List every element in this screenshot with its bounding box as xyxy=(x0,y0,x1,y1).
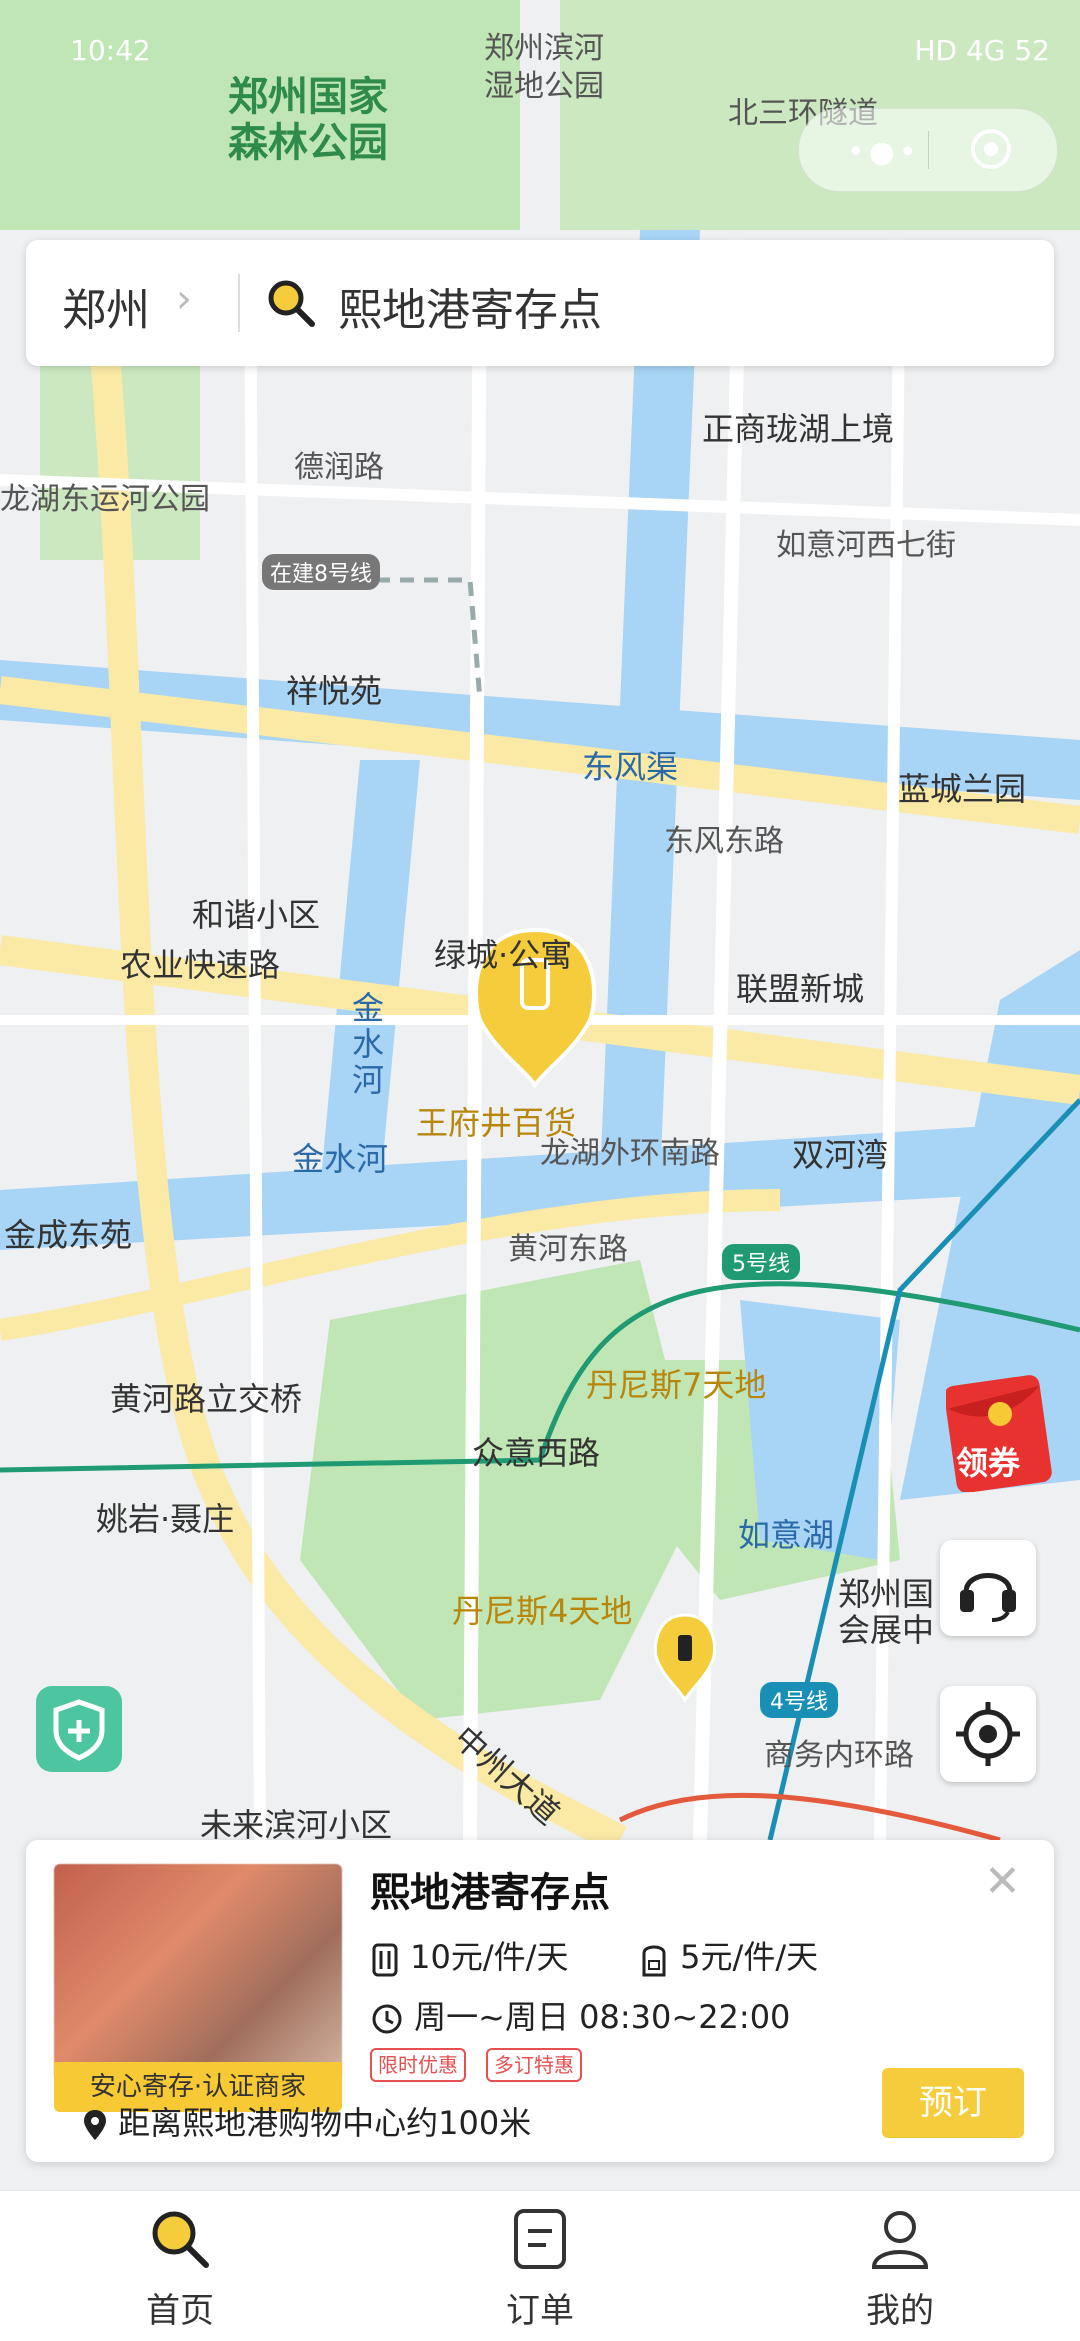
price-small-text: 5元/件/天 xyxy=(680,1938,819,1976)
suitcase-icon xyxy=(372,1943,398,1977)
map-label-yaoyan: 姚岩·聂庄 xyxy=(96,1500,235,1538)
map-label-agri-road: 农业快速路 xyxy=(120,946,281,984)
coupon-button[interactable]: 领券 xyxy=(944,1372,1054,1493)
miniprogram-capsule: •●• xyxy=(798,108,1058,192)
map-label-line4: 4号线 xyxy=(760,1682,838,1718)
store-name: 熙地港寄存点 xyxy=(370,1870,610,1916)
map-label-jinshui-river: 金 水 河 xyxy=(352,989,385,1099)
store-photo xyxy=(54,1864,342,2076)
map-label-zhengshang: 正商珑湖上境 xyxy=(702,410,895,448)
tab-home-label: 首页 xyxy=(146,2291,214,2331)
map-label-shuanghe: 双河湾 xyxy=(792,1136,889,1174)
map-label-lianmeng: 联盟新城 xyxy=(736,970,865,1008)
map-label-lvcheng: 绿城·公寓 xyxy=(434,936,573,974)
map-label-line5: 5号线 xyxy=(722,1244,800,1280)
map-label-jinshui-r2: 金水河 xyxy=(292,1140,389,1178)
locate-me-button[interactable] xyxy=(940,1686,1036,1782)
opening-hours-text: 周一~周日 08:30~22:00 xyxy=(414,1998,791,2036)
price-large-luggage: 10元/件/天 xyxy=(370,1932,568,1979)
tab-orders[interactable]: 订单 xyxy=(440,2191,640,2341)
map-label-ruyi-lake: 如意湖 xyxy=(738,1516,835,1554)
city-selector[interactable]: 郑州 xyxy=(62,274,150,338)
search-icon xyxy=(152,2211,209,2268)
map-label-longhu-park: 龙湖东运河公园 xyxy=(0,482,210,517)
book-button[interactable]: 预订 xyxy=(882,2068,1024,2138)
map-label-lancheng: 蓝城兰园 xyxy=(898,770,1027,808)
tab-profile-label: 我的 xyxy=(866,2291,934,2331)
map-label-dongfeng-e: 东风东路 xyxy=(664,824,784,859)
clock-icon xyxy=(372,2004,402,2034)
locate-icon xyxy=(956,1702,1020,1766)
tab-home[interactable]: 首页 xyxy=(80,2191,280,2341)
tab-profile[interactable]: 我的 xyxy=(800,2191,1000,2341)
safety-button[interactable] xyxy=(36,1686,122,1772)
bottom-tab-bar: 首页 订单 我的 xyxy=(0,2190,1080,2341)
map-label-dennis4: 丹尼斯4天地 xyxy=(452,1592,633,1630)
map-label-business-ring: 商务内环路 xyxy=(764,1738,914,1773)
map-label-jincheng: 金成东苑 xyxy=(4,1216,133,1254)
map-label-dennis7: 丹尼斯7天地 xyxy=(586,1366,767,1404)
map-label-hexie: 和谐小区 xyxy=(192,896,321,934)
close-card-icon[interactable]: ✕ xyxy=(984,1856,1021,1907)
headset-icon xyxy=(960,1573,1016,1622)
map-label-huanghe-e: 黄河东路 xyxy=(508,1232,628,1267)
promo-tag-multi: 多订特惠 xyxy=(486,2048,582,2082)
map-label-ruyi7: 如意河西七街 xyxy=(776,528,956,563)
customer-service-button[interactable] xyxy=(940,1540,1036,1636)
search-icon xyxy=(268,280,315,327)
close-miniprogram-icon[interactable] xyxy=(969,127,1013,171)
map-label-derun: 德润路 xyxy=(294,450,384,485)
backpack-icon xyxy=(642,1945,666,1977)
map-label-expo: 郑州国 会展中 xyxy=(838,1575,935,1649)
price-large-text: 10元/件/天 xyxy=(410,1938,569,1976)
coupon-label: 领券 xyxy=(956,1444,1021,1482)
chevron-right-icon: › xyxy=(176,276,192,322)
map-label-zhongyi: 众意西路 xyxy=(472,1434,601,1472)
more-icon[interactable]: •●• xyxy=(847,135,921,170)
opening-hours: 周一~周日 08:30~22:00 xyxy=(370,1992,790,2038)
distance-info: 距离熙地港购物中心约100米 xyxy=(82,2098,531,2144)
map-label-line8: 在建8号线 xyxy=(262,554,380,590)
status-time: 10:42 xyxy=(70,34,151,67)
price-small-luggage: 5元/件/天 xyxy=(638,1932,818,1979)
tab-orders-label: 订单 xyxy=(506,2291,574,2331)
order-list-icon xyxy=(514,2209,566,2269)
promo-tag-limited: 限时优惠 xyxy=(370,2048,466,2082)
map-label-longhu-ring: 龙湖外环南路 xyxy=(540,1136,720,1171)
map-label-forest-park: 郑州国家 森林公园 xyxy=(228,74,388,166)
distance-text: 距离熙地港购物中心约100米 xyxy=(118,2104,532,2142)
location-pin-icon xyxy=(84,2110,106,2140)
map-label-dongfengqu: 东风渠 xyxy=(582,748,679,786)
search-bar: 郑州 › 熙地港寄存点 xyxy=(26,240,1054,366)
map-label-huanghe-bridge: 黄河路立交桥 xyxy=(110,1380,303,1418)
status-indicators: HD 4G 52 xyxy=(914,34,1050,67)
user-icon xyxy=(871,2211,929,2269)
store-card[interactable]: 安心寄存·认证商家 熙地港寄存点 ✕ 10元/件/天 5元/件/天 周一~周日 … xyxy=(26,1840,1054,2162)
search-input[interactable]: 熙地港寄存点 xyxy=(338,274,602,338)
shield-plus-icon xyxy=(53,1699,105,1761)
map-label-xiangyue: 祥悦苑 xyxy=(286,672,383,710)
status-bar: 10:42 HD 4G 52 xyxy=(70,30,1050,80)
